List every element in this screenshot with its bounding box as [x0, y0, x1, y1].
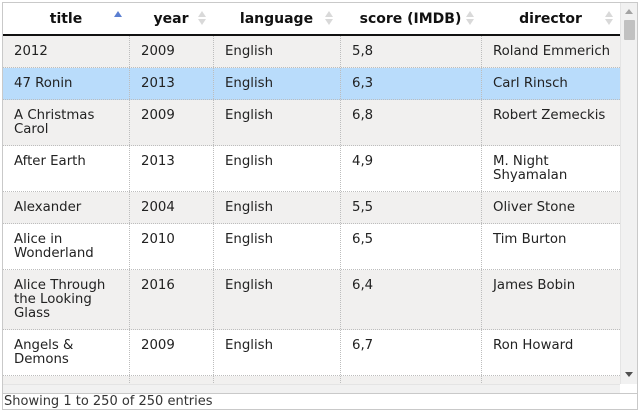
table-row[interactable]: Alice in Wonderland 2010 English 6,5 Tim… — [3, 224, 620, 270]
table-row[interactable]: Alice Through the Looking Glass 2016 Eng… — [3, 270, 620, 330]
horizontal-scrollbar[interactable] — [3, 384, 620, 393]
cell-score: 6,4 — [340, 270, 481, 329]
table-body: 2012 2009 English 5,8 Roland Emmerich 47… — [3, 36, 620, 384]
table-row[interactable]: After Earth 2013 English 4,9 M. Night Sh… — [3, 146, 620, 192]
scroll-down-arrow-icon[interactable] — [625, 372, 633, 377]
cell-title: 47 Ronin — [14, 76, 73, 91]
column-header-year[interactable]: year — [129, 3, 213, 34]
table-info: Showing 1 to 250 of 250 entries — [3, 393, 637, 409]
cell-score: 6,7 — [340, 330, 481, 375]
cell-language: English — [213, 330, 340, 375]
cell-language: English — [213, 146, 340, 191]
cell-director: Oliver Stone — [481, 192, 620, 223]
cell-director: Tim Burton — [481, 224, 620, 269]
cell-year: 2010 — [129, 224, 213, 269]
sort-ascending-icon — [114, 11, 123, 25]
column-header-title[interactable]: title — [3, 3, 129, 34]
cell-language: English — [213, 224, 340, 269]
cell-score: 6,5 — [340, 224, 481, 269]
cell-language: English — [213, 36, 340, 67]
cell-score: 5,5 — [340, 192, 481, 223]
column-header-score[interactable]: score (IMDB) — [340, 3, 481, 34]
cell-year: 2009 — [129, 36, 213, 67]
cell-title: 2012 — [14, 44, 48, 59]
sort-both-icon — [605, 11, 614, 25]
sort-both-icon — [198, 11, 207, 25]
table-row[interactable]: Angels & Demons 2009 English 6,7 Ron How… — [3, 330, 620, 376]
cell-title: Alice Through the Looking Glass — [14, 278, 106, 321]
vertical-scrollbar[interactable] — [620, 3, 637, 384]
table-row[interactable]: Alexander 2004 English 5,5 Oliver Stone — [3, 192, 620, 224]
cell-score: 6,8 — [340, 100, 481, 145]
table-row[interactable]: 2012 2009 English 5,8 Roland Emmerich — [3, 36, 620, 68]
cell-director: Roland Emmerich — [481, 36, 620, 67]
cell-director — [481, 376, 620, 384]
sort-both-icon — [325, 11, 334, 25]
cell-score: 6,3 — [340, 68, 481, 99]
cell-language: English — [213, 100, 340, 145]
sort-both-icon — [466, 11, 475, 25]
cell-year: 2013 — [129, 146, 213, 191]
column-header-label: score (IMDB) — [359, 10, 462, 27]
cell-director: M. Night Shyamalan — [481, 146, 620, 191]
cell-director: Carl Rinsch — [481, 68, 620, 99]
column-header-label: year — [153, 10, 189, 27]
cell-language — [213, 376, 340, 384]
scrollbar-thumb[interactable] — [624, 20, 635, 40]
cell-title: After Earth — [14, 154, 86, 169]
cell-language: English — [213, 270, 340, 329]
cell-score — [340, 376, 481, 384]
cell-score: 4,9 — [340, 146, 481, 191]
cell-score: 5,8 — [340, 36, 481, 67]
cell-year: 2004 — [129, 192, 213, 223]
table-row-selected[interactable]: 47 Ronin 2013 English 6,3 Carl Rinsch — [3, 68, 620, 100]
cell-language: English — [213, 192, 340, 223]
cell-director: James Bobin — [481, 270, 620, 329]
column-header-label: title — [49, 10, 83, 27]
cell-title — [3, 376, 129, 384]
cell-director: Ron Howard — [481, 330, 620, 375]
column-header-label: language — [239, 10, 314, 27]
table-header: title year language score (IMDB) directo… — [3, 3, 620, 36]
cell-year: 2009 — [129, 100, 213, 145]
cell-director: Robert Zemeckis — [481, 100, 620, 145]
scroll-up-arrow-icon[interactable] — [625, 9, 633, 14]
column-header-language[interactable]: language — [213, 3, 340, 34]
column-header-director[interactable]: director — [481, 3, 620, 34]
cell-year — [129, 376, 213, 384]
cell-year: 2013 — [129, 68, 213, 99]
column-header-label: director — [519, 10, 582, 27]
cell-language: English — [213, 68, 340, 99]
cell-title: Angels & Demons — [14, 338, 74, 367]
cell-title: Alice in Wonderland — [14, 232, 94, 261]
table-row-partial[interactable] — [3, 376, 620, 384]
data-table-widget: title year language score (IMDB) directo… — [2, 2, 638, 410]
cell-title: A Christmas Carol — [14, 108, 95, 137]
cell-year: 2016 — [129, 270, 213, 329]
cell-title: Alexander — [14, 200, 82, 215]
cell-year: 2009 — [129, 330, 213, 375]
table-row[interactable]: A Christmas Carol 2009 English 6,8 Rober… — [3, 100, 620, 146]
